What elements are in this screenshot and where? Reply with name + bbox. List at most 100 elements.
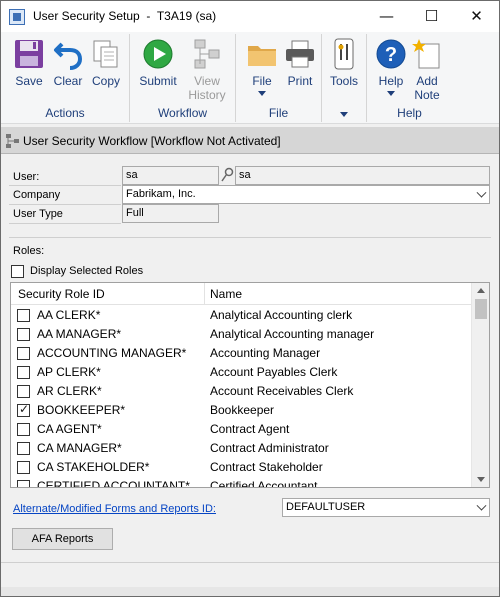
table-row[interactable]: CA MANAGER* Contract Administrator	[11, 439, 471, 458]
print-button[interactable]: Print	[280, 36, 320, 102]
role-checkbox[interactable]	[17, 423, 30, 436]
table-row[interactable]: ACCOUNTING MANAGER* Accounting Manager	[11, 344, 471, 363]
view-history-label-line1: View	[194, 74, 220, 88]
company-select-value: Fabrikam, Inc.	[126, 188, 196, 200]
section-divider	[9, 237, 491, 238]
role-checkbox[interactable]	[17, 328, 30, 341]
maximize-button[interactable]: ☐	[409, 1, 454, 32]
table-row[interactable]: AA MANAGER* Analytical Accounting manage…	[11, 325, 471, 344]
copy-button[interactable]: Copy	[86, 36, 126, 102]
help-dropdown-arrow-icon	[387, 91, 395, 96]
copy-label: Copy	[91, 74, 120, 88]
add-note-label: Add Note	[401, 74, 453, 102]
tools-group-expand-icon[interactable]	[340, 112, 348, 117]
submit-button[interactable]: Submit	[138, 36, 178, 102]
tools-label: Tools	[329, 74, 358, 88]
ribbon-group-tools: Tools	[322, 34, 367, 122]
role-id-cell: AR CLERK*	[37, 384, 102, 398]
file-dropdown-arrow-icon	[258, 91, 266, 96]
table-row[interactable]: AP CLERK* Account Payables Clerk	[11, 363, 471, 382]
actions-group-label: Actions	[45, 106, 85, 120]
workflow-status-bar: User Security Workflow [Workflow Not Act…	[1, 127, 499, 154]
user-security-setup-window: User Security Setup - T3A19 (sa) — ☐ ✕ S…	[0, 0, 500, 597]
column-header-name[interactable]: Name	[210, 287, 242, 301]
column-header-security-role-id[interactable]: Security Role ID	[18, 287, 105, 301]
table-row[interactable]: AA CLERK* Analytical Accounting clerk	[11, 306, 471, 325]
workflow-group-label: Workflow	[157, 106, 208, 120]
display-selected-roles-label: Display Selected Roles	[30, 265, 144, 277]
sort-ascending-icon: ^	[105, 282, 113, 290]
chevron-down-icon	[476, 187, 487, 198]
close-button[interactable]: ✕	[454, 1, 499, 32]
role-checkbox[interactable]	[17, 442, 30, 455]
table-row[interactable]: CA AGENT* Contract Agent	[11, 420, 471, 439]
tools-button[interactable]: Tools	[324, 36, 364, 102]
add-note-button[interactable]: Add Note	[407, 36, 447, 102]
folder-icon	[248, 46, 276, 66]
ribbon-group-workflow: Submit View History Workflow	[130, 34, 236, 122]
afa-id-select[interactable]: DEFAULTUSER	[282, 498, 490, 517]
play-submit-icon	[143, 39, 173, 69]
window-title: User Security Setup - T3A19 (sa)	[33, 9, 217, 23]
clear-button[interactable]: Clear	[48, 36, 88, 102]
table-row[interactable]: AR CLERK* Account Receivables Clerk	[11, 382, 471, 401]
scrollbar-thumb[interactable]	[475, 299, 487, 319]
view-history-button[interactable]: View History	[187, 36, 227, 102]
role-name-cell: Contract Stakeholder	[210, 460, 323, 474]
role-id-cell: CERTIFIED ACCOUNTANT*	[37, 479, 190, 488]
floppy-disk-icon	[15, 40, 43, 68]
user-lookup-icon[interactable]	[220, 167, 234, 183]
undo-arrow-icon	[54, 42, 83, 70]
save-button[interactable]: Save	[9, 36, 49, 102]
role-checkbox[interactable]	[17, 366, 30, 379]
view-history-label-line2: History	[188, 88, 226, 102]
column-divider[interactable]	[204, 283, 205, 305]
user-name-field: sa	[235, 166, 490, 185]
role-id-cell: BOOKKEEPER*	[37, 403, 126, 417]
role-name-cell: Contract Administrator	[210, 441, 329, 455]
user-row-separator	[9, 185, 121, 186]
role-name-cell: Certified Accountant	[210, 479, 318, 488]
role-checkbox[interactable]	[17, 480, 30, 487]
afa-forms-reports-link[interactable]: Alternate/Modified Forms and Reports ID:	[13, 503, 216, 515]
scroll-up-arrow-icon[interactable]	[477, 288, 485, 293]
status-strip	[1, 587, 499, 596]
scroll-down-arrow-icon[interactable]	[477, 477, 485, 482]
note-star-icon	[412, 39, 440, 69]
user-type-field: Full	[122, 204, 219, 223]
table-row[interactable]: CA STAKEHOLDER* Contract Stakeholder	[11, 458, 471, 477]
afa-reports-button[interactable]: AFA Reports	[12, 528, 113, 550]
app-icon	[9, 9, 25, 25]
add-note-label-line1: Add	[416, 74, 438, 88]
role-checkbox[interactable]	[17, 347, 30, 360]
role-name-cell: Account Receivables Clerk	[210, 384, 354, 398]
tools-icon	[334, 38, 354, 70]
role-checkbox[interactable]	[17, 385, 30, 398]
role-name-cell: Analytical Accounting manager	[210, 327, 375, 341]
roles-list-scrollbar[interactable]	[471, 283, 489, 487]
workflow-icon	[6, 134, 19, 148]
role-id-cell: CA AGENT*	[37, 422, 102, 436]
help-group-label: Help	[397, 106, 422, 120]
role-checkbox[interactable]	[17, 402, 30, 417]
ribbon: Save Clear Copy Actions Submit View Hist…	[1, 32, 499, 124]
chevron-down-icon	[476, 500, 487, 511]
role-id-cell: CA STAKEHOLDER*	[37, 460, 150, 474]
ribbon-group-help: ? Help Add Note Help	[367, 34, 452, 122]
role-checkbox[interactable]	[17, 309, 30, 322]
table-row[interactable]: BOOKKEEPER* Bookkeeper	[11, 401, 471, 420]
add-note-label-line2: Note	[414, 88, 440, 102]
company-row-separator	[9, 204, 121, 205]
role-name-cell: Bookkeeper	[210, 403, 275, 417]
submit-label: Submit	[139, 74, 177, 88]
display-selected-roles-checkbox[interactable]	[11, 265, 24, 278]
table-row[interactable]: CERTIFIED ACCOUNTANT* Certified Accounta…	[11, 477, 471, 488]
file-menu-button[interactable]: File	[242, 36, 282, 102]
view-history-label: View History	[181, 74, 233, 102]
minimize-button[interactable]: —	[364, 1, 409, 32]
user-id-field[interactable]: sa	[122, 166, 219, 185]
roles-label: Roles:	[13, 245, 45, 257]
role-checkbox[interactable]	[17, 461, 30, 474]
role-id-cell: AP CLERK*	[37, 365, 101, 379]
company-select[interactable]: Fabrikam, Inc.	[122, 185, 490, 204]
